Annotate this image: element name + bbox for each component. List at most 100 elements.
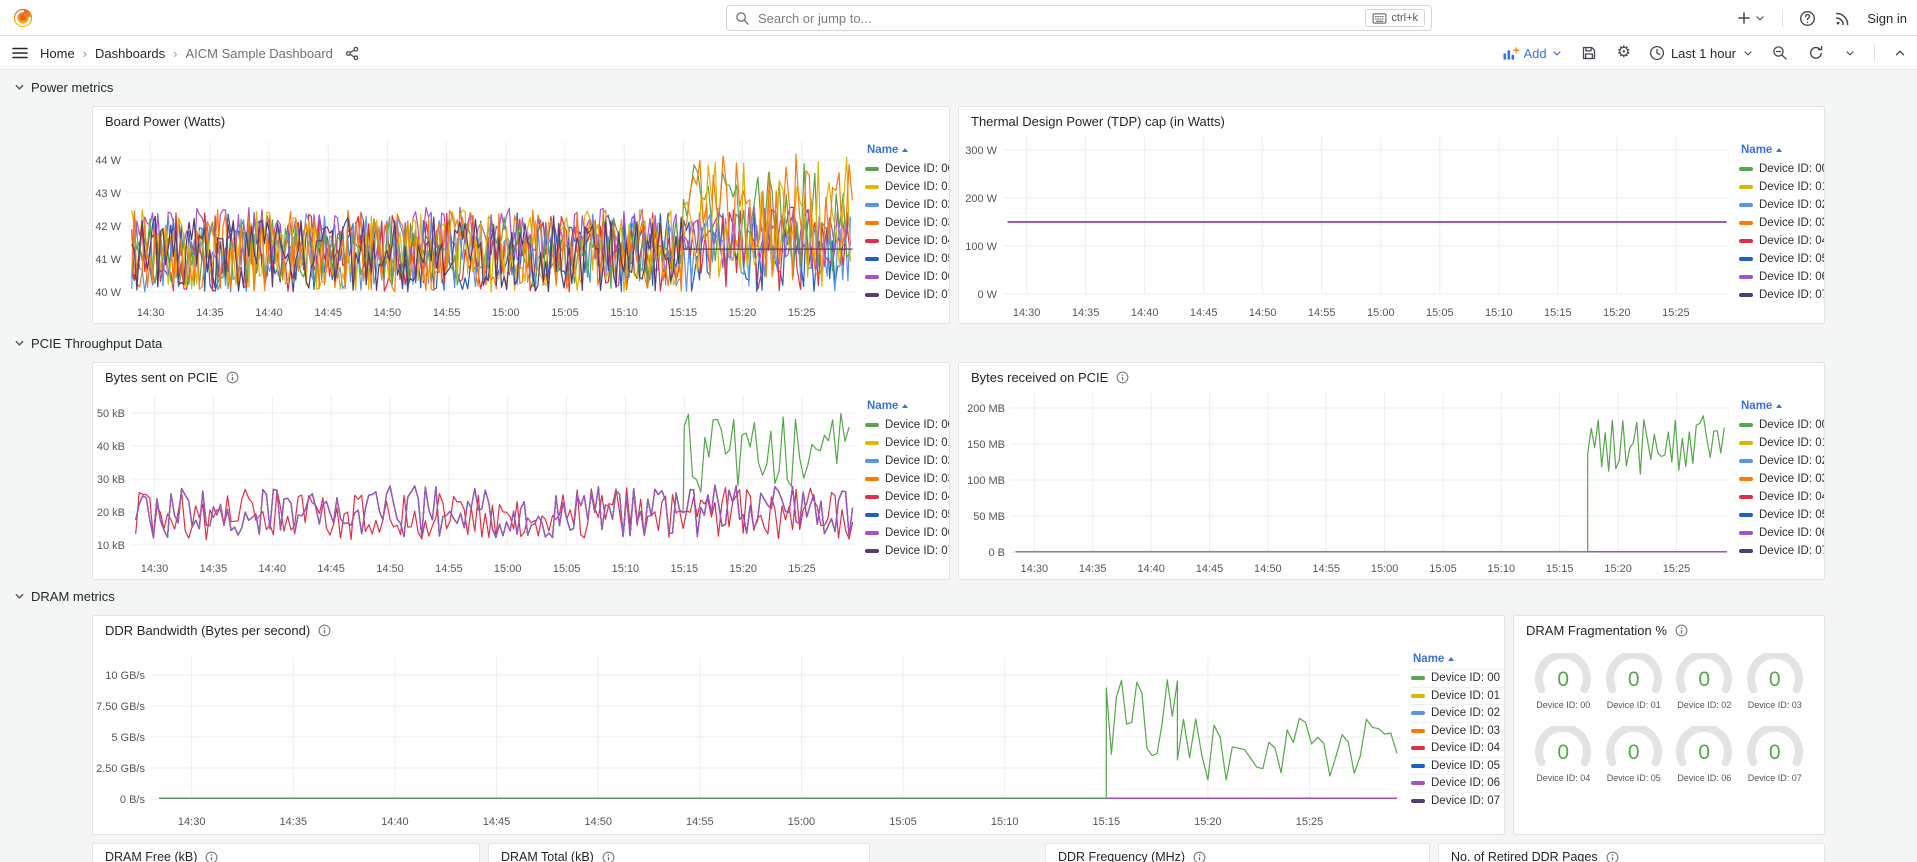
legend-item[interactable]: Device ID: 07	[1739, 286, 1824, 304]
share-dashboard-button[interactable]	[343, 44, 362, 63]
legend-item[interactable]: Device ID: 06	[865, 524, 949, 542]
timeseries-chart[interactable]: 14:3014:3514:4014:4514:5014:5515:0015:05…	[93, 388, 865, 578]
legend-item[interactable]: Device ID: 01	[1739, 434, 1824, 452]
divider	[1782, 9, 1783, 27]
legend-item[interactable]: Device ID: 06	[1411, 774, 1504, 792]
legend-item[interactable]: Device ID: 02	[865, 196, 949, 214]
legend-item[interactable]: Device ID: 03	[865, 470, 949, 488]
legend-item[interactable]: Device ID: 03	[865, 214, 949, 232]
legend-item[interactable]: Device ID: 01	[865, 434, 949, 452]
timeseries-chart[interactable]: 14:3014:3514:4014:4514:5014:5515:0015:05…	[959, 132, 1739, 322]
info-icon[interactable]	[602, 851, 615, 862]
panel-title[interactable]: Thermal Design Power (TDP) cap (in Watts…	[959, 107, 1824, 132]
legend-sort-name[interactable]: Name	[865, 142, 949, 160]
legend-item[interactable]: Device ID: 02	[865, 452, 949, 470]
news-rss-button[interactable]	[1832, 8, 1853, 29]
zoom-out-time-button[interactable]	[1770, 43, 1790, 63]
collapse-toolbar-button[interactable]	[1891, 44, 1909, 62]
panel-title[interactable]: Board Power (Watts)	[93, 107, 949, 132]
legend-item[interactable]: Device ID: 04	[865, 488, 949, 506]
legend-item[interactable]: Device ID: 06	[1739, 524, 1824, 542]
legend-sort-name[interactable]: Name	[1739, 398, 1824, 416]
legend-item[interactable]: Device ID: 02	[1739, 196, 1824, 214]
legend-sort-name[interactable]: Name	[1739, 142, 1824, 160]
legend-item[interactable]: Device ID: 00	[1739, 160, 1824, 178]
gauge: 0Device ID: 03	[1740, 653, 1811, 710]
timeseries-chart[interactable]: 14:3014:3514:4014:4514:5014:5515:0015:05…	[93, 132, 865, 322]
search-input[interactable]	[756, 10, 1365, 27]
legend-item[interactable]: Device ID: 06	[1739, 268, 1824, 286]
legend-item[interactable]: Device ID: 03	[1739, 214, 1824, 232]
legend-item[interactable]: Device ID: 05	[1739, 250, 1824, 268]
legend-item[interactable]: Device ID: 04	[1411, 739, 1504, 757]
legend-item[interactable]: Device ID: 05	[1411, 757, 1504, 775]
legend-item[interactable]: Device ID: 00	[865, 160, 949, 178]
panel-title[interactable]: Bytes received on PCIE	[959, 363, 1824, 388]
save-dashboard-button[interactable]	[1579, 43, 1599, 63]
legend-item[interactable]: Device ID: 04	[865, 232, 949, 250]
svg-text:14:50: 14:50	[584, 816, 612, 828]
series-color-swatch	[1739, 513, 1753, 517]
row-header-pcie-throughput[interactable]: PCIE Throughput Data	[14, 336, 162, 351]
time-range-picker[interactable]: Last 1 hour	[1649, 45, 1754, 61]
legend-item[interactable]: Device ID: 07	[865, 542, 949, 560]
breadcrumb-home[interactable]: Home	[40, 46, 75, 61]
mega-menu-button[interactable]	[8, 41, 32, 65]
legend-item[interactable]: Device ID: 01	[865, 178, 949, 196]
legend-item[interactable]: Device ID: 02	[1411, 704, 1504, 722]
legend-item[interactable]: Device ID: 03	[1411, 722, 1504, 740]
timeseries-chart[interactable]: 14:3014:3514:4014:4514:5014:5515:0015:05…	[959, 388, 1739, 578]
legend-item[interactable]: Device ID: 05	[1739, 506, 1824, 524]
panel-title[interactable]: DRAM Free (kB)	[93, 844, 479, 862]
legend-item[interactable]: Device ID: 07	[1411, 792, 1504, 810]
info-icon[interactable]	[1606, 851, 1619, 862]
breadcrumb-dashboards[interactable]: Dashboards	[95, 46, 165, 61]
legend-item[interactable]: Device ID: 00	[1411, 669, 1504, 687]
svg-text:15:05: 15:05	[551, 307, 579, 319]
series-color-swatch	[1739, 549, 1753, 553]
refresh-interval-dropdown[interactable]	[1842, 45, 1858, 61]
panel-title[interactable]: Bytes sent on PCIE	[93, 363, 949, 388]
panel-title[interactable]: DRAM Fragmentation %	[1514, 616, 1824, 641]
grafana-logo-icon[interactable]	[12, 7, 34, 29]
info-icon[interactable]	[1193, 851, 1206, 862]
help-button[interactable]	[1797, 8, 1818, 29]
legend-sort-name[interactable]: Name	[865, 398, 949, 416]
panel-dram-free: DRAM Free (kB)	[92, 843, 480, 862]
legend-item[interactable]: Device ID: 00	[1739, 416, 1824, 434]
sign-in-link[interactable]: Sign in	[1867, 11, 1907, 26]
legend-item[interactable]: Device ID: 04	[1739, 488, 1824, 506]
legend-item[interactable]: Device ID: 07	[1739, 542, 1824, 560]
series-color-swatch	[865, 275, 879, 279]
row-header-power-metrics[interactable]: Power metrics	[14, 80, 113, 95]
new-menu-button[interactable]	[1734, 8, 1768, 28]
panel-tdp-cap: Thermal Design Power (TDP) cap (in Watts…	[958, 106, 1825, 324]
legend-item[interactable]: Device ID: 05	[865, 506, 949, 524]
legend-item[interactable]: Device ID: 07	[865, 286, 949, 304]
legend-item[interactable]: Device ID: 04	[1739, 232, 1824, 250]
add-panel-button[interactable]: Add	[1502, 46, 1562, 61]
info-icon[interactable]	[318, 624, 331, 637]
info-icon[interactable]	[1116, 371, 1129, 384]
legend-sort-name[interactable]: Name	[1411, 651, 1504, 669]
info-icon[interactable]	[1675, 624, 1688, 637]
svg-text:44 W: 44 W	[95, 155, 121, 167]
panel-title[interactable]: DDR Frequency (MHz)	[1046, 844, 1429, 862]
panel-title[interactable]: No. of Retired DDR Pages	[1439, 844, 1824, 862]
panel-title[interactable]: DRAM Total (kB)	[489, 844, 869, 862]
legend-item[interactable]: Device ID: 01	[1411, 687, 1504, 705]
legend-item[interactable]: Device ID: 01	[1739, 178, 1824, 196]
legend-item[interactable]: Device ID: 03	[1739, 470, 1824, 488]
dashboard-settings-button[interactable]: ⚙	[1615, 43, 1633, 63]
panel-title[interactable]: DDR Bandwidth (Bytes per second)	[93, 616, 1504, 641]
legend-item[interactable]: Device ID: 05	[865, 250, 949, 268]
refresh-button[interactable]	[1806, 43, 1826, 63]
search-bar[interactable]: ctrl+k	[726, 5, 1432, 31]
legend-item[interactable]: Device ID: 02	[1739, 452, 1824, 470]
legend-item[interactable]: Device ID: 06	[865, 268, 949, 286]
legend-item[interactable]: Device ID: 00	[865, 416, 949, 434]
timeseries-chart[interactable]: 14:3014:3514:4014:4514:5014:5515:0015:05…	[93, 641, 1411, 831]
info-icon[interactable]	[226, 371, 239, 384]
row-header-dram-metrics[interactable]: DRAM metrics	[14, 589, 115, 604]
info-icon[interactable]	[205, 851, 218, 862]
